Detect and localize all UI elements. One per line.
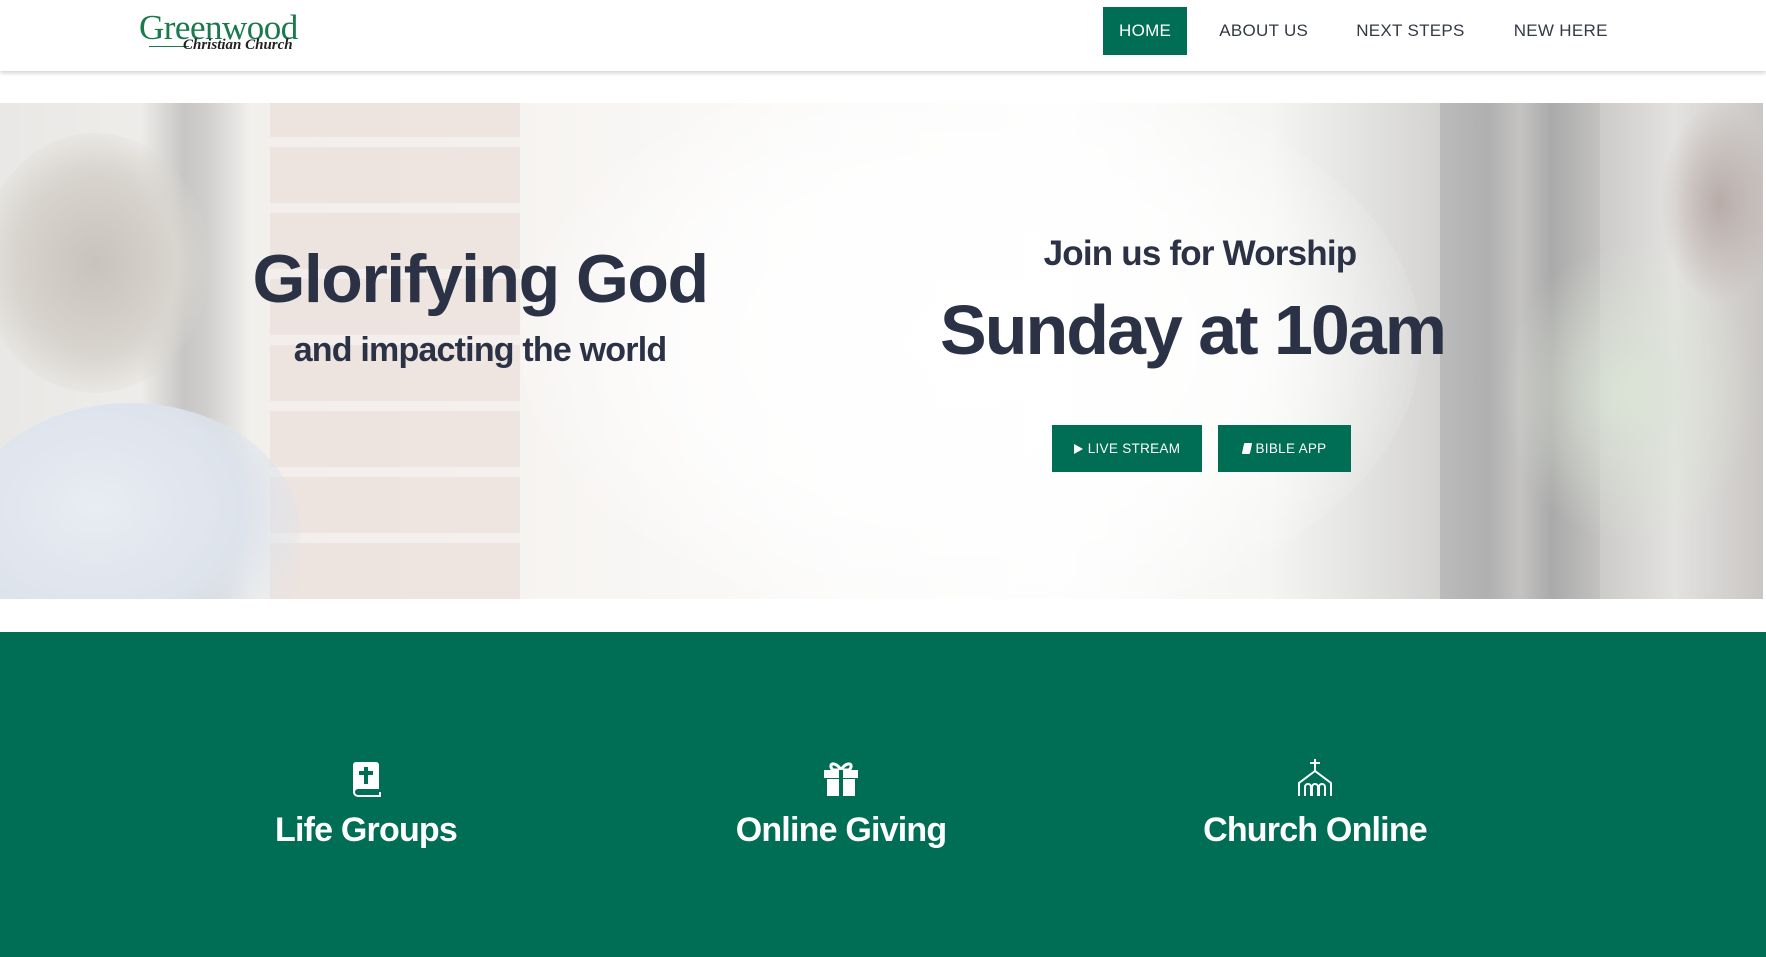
church-logo[interactable]: Greenwood Christian Church xyxy=(139,10,299,54)
nav-item-about-us[interactable]: ABOUT US xyxy=(1219,7,1308,55)
hero-title: Glorifying God xyxy=(252,241,709,317)
logo-subtitle: Christian Church xyxy=(183,37,293,53)
feature-label: Life Groups xyxy=(275,811,458,849)
worship-intro: Join us for Worship xyxy=(1043,234,1358,273)
nav-item-home[interactable]: HOME xyxy=(1103,7,1188,55)
nav-item-new-here[interactable]: NEW HERE xyxy=(1514,7,1608,55)
bible-app-label: BIBLE APP xyxy=(1255,441,1327,456)
bible-cross-icon xyxy=(353,762,381,797)
hero-subtitle: and impacting the world xyxy=(293,331,667,369)
hero-banner: Glorifying God and impacting the world J… xyxy=(0,103,1763,599)
main-nav: HOME ABOUT US NEXT STEPS NEW HERE xyxy=(1103,7,1608,55)
church-icon xyxy=(1298,759,1332,796)
nav-item-next-steps[interactable]: NEXT STEPS xyxy=(1356,7,1465,55)
live-stream-label: LIVE STREAM xyxy=(1087,441,1181,456)
feature-label: Church Online xyxy=(1203,811,1428,849)
gift-icon xyxy=(824,762,858,796)
worship-time: Sunday at 10am xyxy=(940,291,1447,369)
live-stream-button[interactable]: LIVE STREAM xyxy=(1052,425,1202,472)
book-icon xyxy=(1241,443,1252,454)
site-header: Greenwood Christian Church HOME ABOUT US… xyxy=(0,0,1766,71)
hero-background-shirt xyxy=(0,403,300,599)
feature-label: Online Giving xyxy=(735,811,947,849)
play-icon xyxy=(1073,443,1083,454)
features-section: Life Groups Online Giving Church Online xyxy=(0,632,1766,957)
bible-app-button[interactable]: BIBLE APP xyxy=(1218,425,1351,472)
